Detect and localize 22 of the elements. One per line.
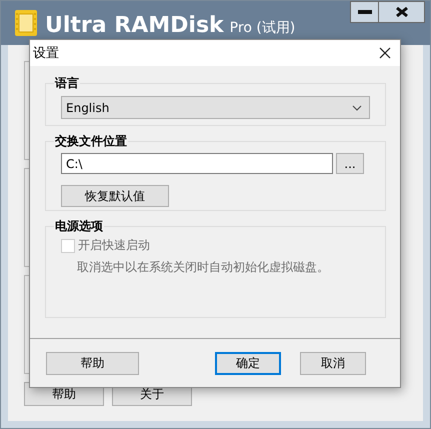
dialog-button[interactable]: 取消 [300, 352, 366, 374]
chevron-down-icon [352, 104, 362, 110]
browse-button[interactable]: ... [336, 153, 364, 174]
dialog-title: 设置 [33, 45, 59, 62]
minimize-button[interactable] [350, 1, 379, 23]
app-title: Ultra RAMDisk [45, 13, 224, 38]
reset-button[interactable]: 恢复默认值 [61, 185, 169, 207]
close-button[interactable] [379, 1, 425, 23]
path-field[interactable]: C:\ [61, 153, 333, 174]
film-frame-icon [15, 10, 37, 36]
group-label: 交换文件位置 [54, 133, 128, 150]
minimize-icon [358, 10, 372, 14]
dialog-button[interactable]: 帮助 [46, 352, 139, 374]
close-icon [379, 47, 391, 59]
description-text: 取消选中以在系统关闭时自动初始化虚拟磁盘。 [77, 259, 330, 276]
group-label: 电源选项 [54, 218, 104, 235]
checkbox-label: 开启快速启动 [78, 237, 150, 254]
edition-label: Pro (试用) [230, 19, 296, 37]
language-dropdown[interactable]: English [61, 96, 370, 119]
dialog-button[interactable]: 确定 [215, 352, 281, 374]
group-label: 语言 [54, 75, 80, 92]
close-icon [396, 7, 408, 17]
